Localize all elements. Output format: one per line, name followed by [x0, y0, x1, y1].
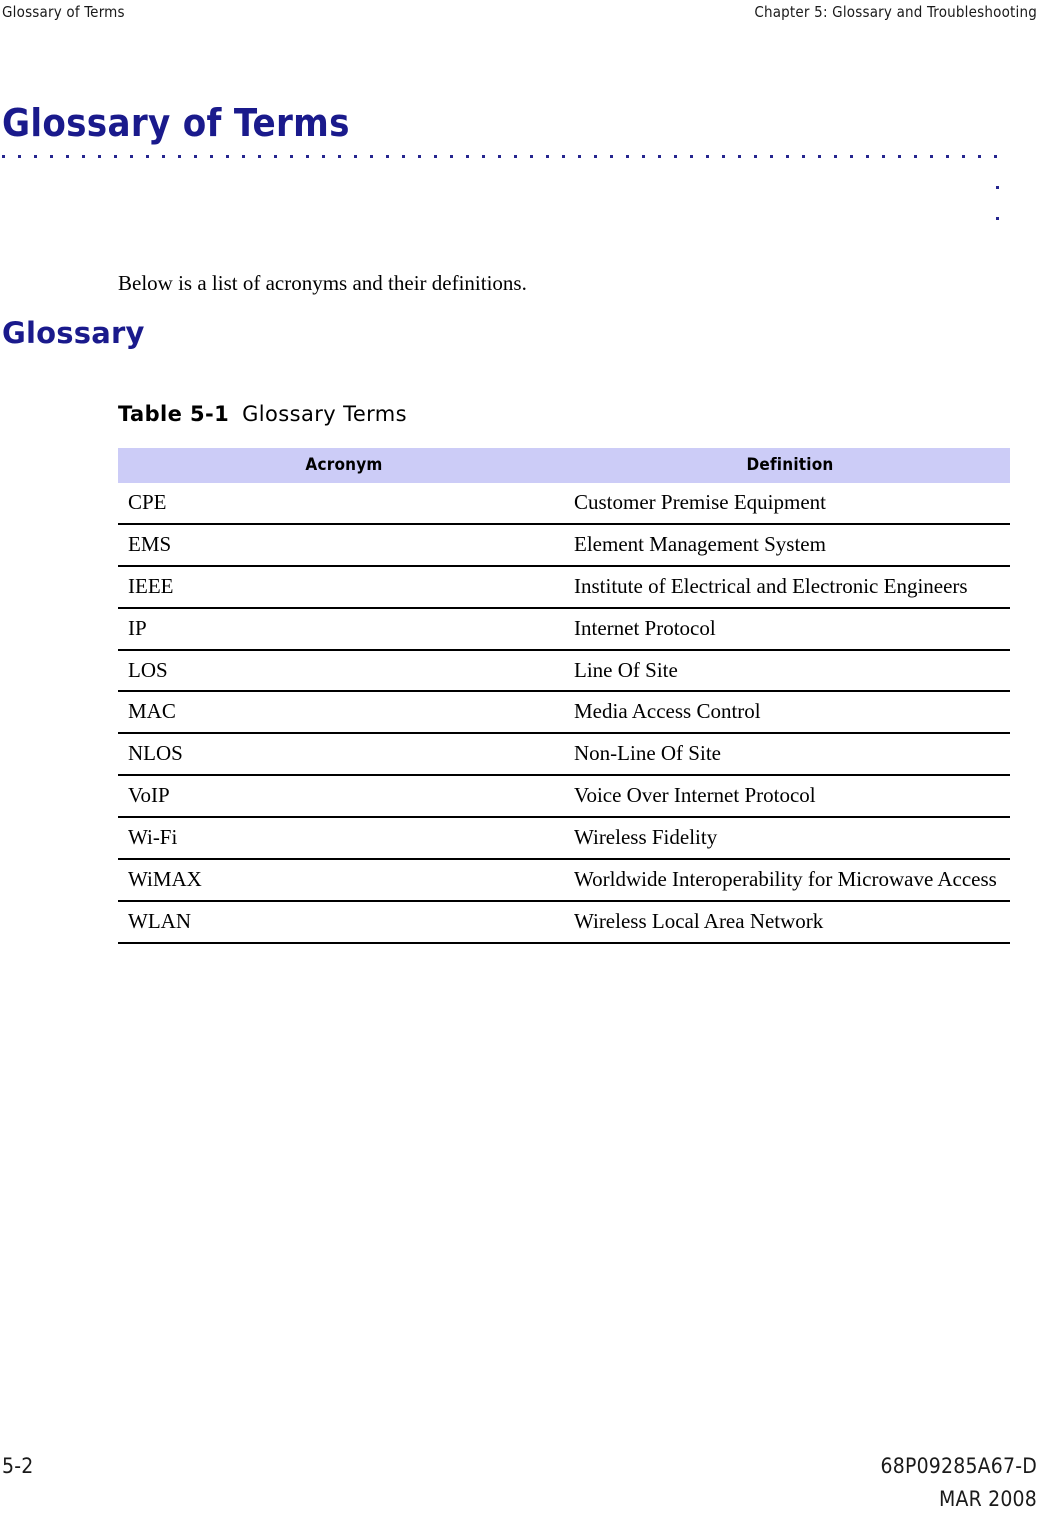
header-right-text: Chapter 5: Glossary and Troubleshooting [754, 3, 1037, 21]
cell-acronym: NLOS [118, 733, 570, 777]
table-row: Wi-Fi Wireless Fidelity [118, 817, 1010, 860]
cell-definition: Element Management System [570, 523, 1010, 567]
table-row: IP Internet Protocol [118, 607, 1010, 651]
cell-acronym: VoIP [118, 775, 570, 818]
cell-definition: Non-Line Of Site [570, 733, 1010, 777]
dotted-rule-dot-extra-2 [996, 216, 999, 220]
table-row: WLAN Wireless Local Area Network [118, 900, 1010, 944]
table-caption: Table 5-1 Glossary Terms [118, 402, 407, 426]
column-header-acronym: Acronym [118, 448, 570, 483]
cell-acronym: WiMAX [118, 858, 570, 902]
cell-definition: Wireless Fidelity [570, 817, 1010, 860]
cell-acronym: CPE [118, 483, 570, 525]
cell-definition: Voice Over Internet Protocol [570, 775, 1010, 818]
cell-acronym: Wi-Fi [118, 817, 570, 860]
table-row: VoIP Voice Over Internet Protocol [118, 775, 1010, 818]
table-caption-title: Glossary Terms [242, 402, 408, 426]
intro-paragraph: Below is a list of acronyms and their de… [118, 271, 527, 295]
cell-acronym: EMS [118, 523, 570, 567]
section-heading-glossary: Glossary [2, 316, 145, 350]
dotted-rule-dot-extra-1 [996, 185, 999, 189]
cell-definition: Institute of Electrical and Electronic E… [570, 565, 1010, 609]
cell-acronym: WLAN [118, 900, 570, 944]
dotted-rule-divider [2, 154, 1002, 220]
cell-acronym: IP [118, 607, 570, 651]
table-caption-label: Table 5-1 [118, 402, 230, 426]
cell-definition: Customer Premise Equipment [570, 483, 1010, 525]
table-row: WiMAX Worldwide Interoperability for Micr… [118, 858, 1010, 902]
table-row: CPE Customer Premise Equipment [118, 483, 1010, 525]
cell-acronym: IEEE [118, 565, 570, 609]
cell-definition: Line Of Site [570, 649, 1010, 693]
table-header-row: Acronym Definition [118, 448, 1010, 483]
glossary-table-container: Acronym Definition CPE Customer Premise E… [118, 448, 1010, 944]
cell-definition: Wireless Local Area Network [570, 900, 1010, 944]
header-left-text: Glossary of Terms [2, 3, 125, 21]
page-header: Glossary of Terms Chapter 5: Glossary an… [0, 0, 1041, 30]
table-row: NLOS Non-Line Of Site [118, 733, 1010, 777]
glossary-table-head: Acronym Definition [118, 448, 1010, 483]
footer-page-number: 5-2 [2, 1454, 34, 1478]
title-block: Glossary of Terms [0, 101, 1041, 220]
footer-date: MAR 2008 [938, 1487, 1037, 1511]
glossary-table: Acronym Definition CPE Customer Premise E… [118, 448, 1010, 944]
cell-acronym: MAC [118, 691, 570, 735]
page-title: Glossary of Terms [2, 101, 350, 145]
cell-acronym: LOS [118, 649, 570, 693]
footer-document-number: 68P09285A67-D [880, 1454, 1037, 1478]
cell-definition: Internet Protocol [570, 607, 1010, 651]
glossary-table-body: CPE Customer Premise Equipment EMS Element … [118, 483, 1010, 944]
cell-definition: Worldwide Interoperability for Microwave… [570, 858, 1010, 902]
table-row: MAC Media Access Control [118, 691, 1010, 735]
table-row: LOS Line Of Site [118, 649, 1010, 693]
table-row: EMS Element Management System [118, 523, 1010, 567]
cell-definition: Media Access Control [570, 691, 1010, 735]
table-row: IEEE Institute of Electrical and Electron… [118, 565, 1010, 609]
page-footer: 5-2 68P09285A67-D MAR 2008 [0, 1454, 1041, 1522]
column-header-definition: Definition [570, 448, 1010, 483]
